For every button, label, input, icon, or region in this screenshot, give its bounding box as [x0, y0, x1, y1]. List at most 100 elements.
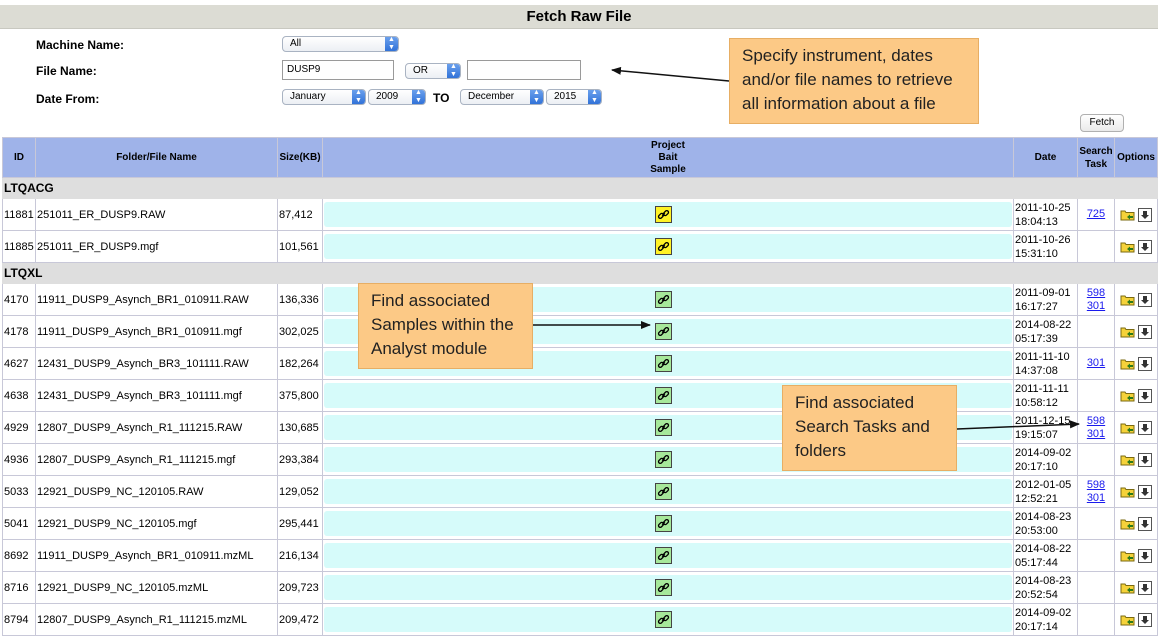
table-row: 4627 12431_DUSP9_Asynch_BR3_101111.RAW 182… [2, 347, 1158, 380]
search-task-link[interactable]: 598 [1079, 287, 1113, 300]
machine-name-select[interactable]: All ▲ ▼ [282, 36, 399, 52]
chevron-updown-icon: ▲ ▼ [530, 90, 543, 104]
sample-bar [324, 202, 1012, 227]
to-year-select[interactable]: 2015 ▲ ▼ [546, 89, 602, 105]
download-icon[interactable] [1138, 612, 1152, 627]
download-icon[interactable] [1138, 484, 1152, 499]
to-year-value: 2015 [554, 91, 577, 102]
cell-id: 4627 [2, 347, 36, 380]
search-task-link[interactable]: 301 [1079, 357, 1113, 370]
folder-icon[interactable] [1120, 581, 1135, 594]
folder-icon[interactable] [1120, 325, 1135, 338]
date-value: 2014-08-23 [1015, 510, 1072, 523]
date-value: 2011-09-01 [1015, 286, 1071, 299]
download-icon[interactable] [1138, 516, 1152, 531]
sample-bar [324, 234, 1012, 259]
search-task-link[interactable]: 301 [1079, 428, 1113, 441]
folder-icon[interactable] [1120, 208, 1135, 221]
search-task-link[interactable]: 598 [1079, 415, 1113, 428]
header-project-bait-sample: Project Bait Sample [322, 137, 1014, 178]
chevron-updown-icon: ▲ ▼ [412, 90, 425, 104]
search-task-link[interactable]: 725 [1079, 208, 1113, 221]
folder-icon[interactable] [1120, 240, 1135, 253]
sample-bar [324, 479, 1012, 504]
to-label: TO [433, 91, 450, 105]
chevron-updown-icon: ▲ ▼ [352, 90, 365, 104]
table-row: 4936 12807_DUSP9_Asynch_R1_111215.mgf 293,… [2, 443, 1158, 476]
cell-project-bait-sample [322, 539, 1014, 572]
fetch-button[interactable]: Fetch [1080, 114, 1124, 132]
link-icon[interactable] [655, 206, 672, 223]
link-icon[interactable] [655, 611, 672, 628]
from-year-select[interactable]: 2009 ▲ ▼ [368, 89, 426, 105]
link-icon[interactable] [655, 387, 672, 404]
cell-id: 4178 [2, 315, 36, 348]
download-icon[interactable] [1138, 324, 1152, 339]
download-icon[interactable] [1138, 207, 1152, 222]
download-icon[interactable] [1138, 356, 1152, 371]
folder-icon[interactable] [1120, 357, 1135, 370]
cell-options [1114, 283, 1158, 316]
search-task-link[interactable]: 301 [1079, 492, 1113, 505]
folder-icon[interactable] [1120, 389, 1135, 402]
file-operator-select[interactable]: OR ▲ ▼ [405, 63, 461, 79]
file-name-input[interactable]: DUSP9 [282, 60, 394, 80]
cell-size: 182,264 [277, 347, 323, 380]
arrow-specify [611, 66, 730, 82]
link-icon[interactable] [655, 451, 672, 468]
link-icon[interactable] [655, 547, 672, 564]
link-icon[interactable] [655, 579, 672, 596]
download-icon[interactable] [1138, 292, 1152, 307]
download-icon[interactable] [1138, 420, 1152, 435]
cell-file-name: 12431_DUSP9_Asynch_BR3_101111.RAW [35, 347, 278, 380]
file-name-input-2[interactable] [467, 60, 581, 80]
cell-search-task: 725 [1077, 198, 1115, 231]
to-month-select[interactable]: December ▲ ▼ [460, 89, 544, 105]
chevron-updown-icon: ▲ ▼ [447, 64, 460, 78]
link-icon[interactable] [655, 238, 672, 255]
folder-icon[interactable] [1120, 517, 1135, 530]
cell-id: 11881 [2, 198, 36, 231]
cell-project-bait-sample [322, 571, 1014, 604]
link-icon[interactable] [655, 323, 672, 340]
table-row: 11885 251011_ER_DUSP9.mgf 101,561 2011-10-2… [2, 230, 1158, 263]
link-icon[interactable] [655, 355, 672, 372]
link-icon[interactable] [655, 483, 672, 500]
cell-date: 2012-01-05 12:52:21 [1013, 475, 1078, 508]
folder-icon[interactable] [1120, 421, 1135, 434]
link-icon[interactable] [655, 291, 672, 308]
cell-id: 8716 [2, 571, 36, 604]
search-task-link[interactable]: 301 [1079, 300, 1113, 313]
cell-date: 2011-11-11 10:58:12 [1013, 379, 1078, 412]
download-icon[interactable] [1138, 388, 1152, 403]
download-icon[interactable] [1138, 580, 1152, 595]
header-bait: Bait [658, 151, 678, 163]
folder-icon[interactable] [1120, 453, 1135, 466]
cell-file-name: 251011_ER_DUSP9.mgf [35, 230, 278, 263]
link-icon[interactable] [655, 419, 672, 436]
table-row: 4170 11911_DUSP9_Asynch_BR1_010911.RAW 136… [2, 283, 1158, 316]
search-task-link[interactable]: 598 [1079, 479, 1113, 492]
folder-icon[interactable] [1120, 293, 1135, 306]
cell-search-task [1077, 571, 1115, 604]
download-icon[interactable] [1138, 548, 1152, 563]
table-row: 8794 12807_DUSP9_Asynch_R1_111215.mzML 209… [2, 603, 1158, 636]
download-icon[interactable] [1138, 239, 1152, 254]
cell-options [1114, 603, 1158, 636]
cell-size: 130,685 [277, 411, 323, 444]
from-month-select[interactable]: January ▲ ▼ [282, 89, 366, 105]
header-search-task: Search Task [1077, 137, 1115, 178]
cell-file-name: 11911_DUSP9_Asynch_BR1_010911.RAW [35, 283, 278, 316]
link-icon[interactable] [655, 515, 672, 532]
file-operator-value: OR [413, 65, 428, 76]
folder-icon[interactable] [1120, 613, 1135, 626]
table-row: 4929 12807_DUSP9_Asynch_R1_111215.RAW 130,… [2, 411, 1158, 444]
cell-search-task [1077, 379, 1115, 412]
download-icon[interactable] [1138, 452, 1152, 467]
cell-size: 209,723 [277, 571, 323, 604]
time-value: 18:04:13 [1015, 215, 1058, 228]
cell-id: 8692 [2, 539, 36, 572]
folder-icon[interactable] [1120, 549, 1135, 562]
cell-options [1114, 443, 1158, 476]
folder-icon[interactable] [1120, 485, 1135, 498]
